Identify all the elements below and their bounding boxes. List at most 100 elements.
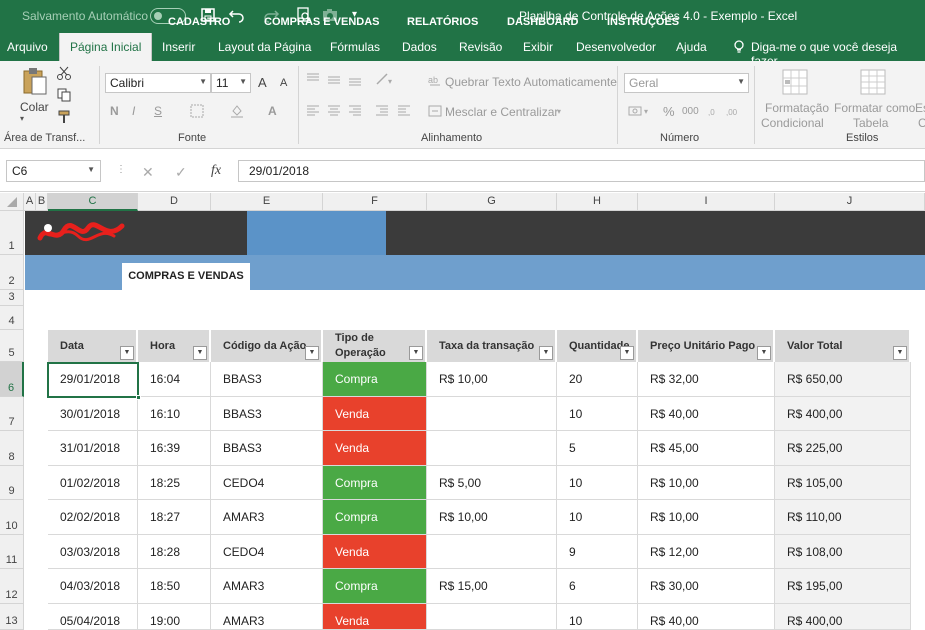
tab-arquivo[interactable]: Arquivo	[7, 40, 48, 54]
cell-data[interactable]: 31/01/2018	[48, 431, 138, 466]
fill-handle[interactable]	[136, 395, 141, 400]
cell-preco[interactable]: R$ 10,00	[638, 500, 775, 535]
cell-quantidade[interactable]: 5	[557, 431, 638, 466]
column-header[interactable]: B	[36, 193, 48, 211]
cell-valor-total[interactable]: R$ 650,00	[775, 362, 911, 397]
cell-tipo[interactable]: Venda	[323, 431, 427, 466]
filter-dropdown-icon[interactable]: ▼	[193, 346, 207, 360]
cell-quantidade[interactable]: 9	[557, 535, 638, 569]
row-header[interactable]: 5	[0, 330, 24, 362]
cell-taxa[interactable]: R$ 15,00	[427, 569, 557, 604]
filter-dropdown-icon[interactable]: ▼	[409, 346, 423, 360]
cell-taxa[interactable]	[427, 431, 557, 466]
cell-tipo[interactable]: Compra	[323, 500, 427, 535]
filter-dropdown-icon[interactable]: ▼	[620, 346, 634, 360]
cell-valor-total[interactable]: R$ 105,00	[775, 466, 911, 500]
merge-center-icon[interactable]	[428, 104, 442, 121]
cell-styles-label-2[interactable]: C	[918, 116, 925, 130]
tab-revisao[interactable]: Revisão	[459, 40, 502, 54]
cell-tipo[interactable]: Compra	[323, 362, 427, 397]
filter-dropdown-icon[interactable]: ▼	[539, 346, 553, 360]
paste-dropdown-icon[interactable]: ▾	[20, 114, 24, 123]
cell-data[interactable]: 05/04/2018	[48, 604, 138, 630]
fill-color-icon[interactable]	[230, 104, 244, 121]
cell-taxa[interactable]	[427, 535, 557, 569]
tab-desenvolvedor[interactable]: Desenvolvedor	[576, 40, 656, 54]
orientation-icon[interactable]: ▾	[375, 72, 397, 89]
cell-preco[interactable]: R$ 32,00	[638, 362, 775, 397]
borders-icon[interactable]	[190, 104, 204, 121]
row-header[interactable]: 9	[0, 466, 24, 500]
cell-preco[interactable]: R$ 45,00	[638, 431, 775, 466]
cell-taxa[interactable]	[427, 604, 557, 630]
format-painter-icon[interactable]	[57, 110, 71, 127]
align-left-icon[interactable]	[306, 104, 426, 121]
percent-button[interactable]: %	[663, 104, 675, 119]
row-header[interactable]: 3	[0, 290, 24, 306]
nav-compras-vendas[interactable]: COMPRAS E VENDAS	[264, 16, 380, 28]
format-table-label-1[interactable]: Formatar como	[834, 101, 915, 115]
filter-dropdown-icon[interactable]: ▼	[893, 346, 907, 360]
cell-hora[interactable]: 16:10	[138, 397, 211, 431]
select-all-corner[interactable]	[0, 193, 24, 211]
tab-dados[interactable]: Dados	[402, 40, 437, 54]
wrap-text-icon[interactable]: ab	[428, 73, 442, 90]
row-header[interactable]: 4	[0, 306, 24, 330]
filter-dropdown-icon[interactable]: ▼	[120, 346, 134, 360]
column-header[interactable]: J	[775, 193, 925, 211]
cell-styles-label-1[interactable]: Es	[915, 101, 925, 115]
cell-data[interactable]: 30/01/2018	[48, 397, 138, 431]
confirm-icon[interactable]: ✓	[175, 164, 187, 181]
cell-quantidade[interactable]: 20	[557, 362, 638, 397]
cell-taxa[interactable]: R$ 5,00	[427, 466, 557, 500]
cell-valor-total[interactable]: R$ 400,00	[775, 397, 911, 431]
row-header[interactable]: 12	[0, 569, 24, 604]
cell-codigo[interactable]: CEDO4	[211, 466, 323, 500]
tab-pagina-inicial[interactable]: Página Inicial	[59, 33, 153, 62]
align-top-icon[interactable]	[306, 72, 366, 89]
chevron-down-icon[interactable]: ▾	[557, 107, 561, 116]
insert-function-button[interactable]: fx	[211, 163, 221, 179]
cell-codigo[interactable]: AMAR3	[211, 569, 323, 604]
tab-exibir[interactable]: Exibir	[523, 40, 553, 54]
filter-dropdown-icon[interactable]: ▼	[757, 346, 771, 360]
cell-hora[interactable]: 19:00	[138, 604, 211, 630]
number-format-select[interactable]: Geral ▼	[624, 73, 749, 93]
cell-preco[interactable]: R$ 10,00	[638, 466, 775, 500]
nav-relatorios[interactable]: RELATÓRIOS	[407, 16, 478, 28]
merge-center-button[interactable]: Mesclar e Centralizar	[445, 105, 558, 119]
conditional-format-icon[interactable]	[781, 68, 809, 99]
cell-data[interactable]: 02/02/2018	[48, 500, 138, 535]
row-header[interactable]: 10	[0, 500, 24, 535]
font-name-select[interactable]: Calibri ▼	[105, 73, 211, 93]
copy-icon[interactable]	[57, 88, 71, 105]
cell-quantidade[interactable]: 10	[557, 604, 638, 630]
thousands-button[interactable]: 000	[682, 106, 699, 117]
row-header[interactable]: 7	[0, 397, 24, 431]
nav-instrucoes[interactable]: INSTRUÇÕES	[607, 16, 679, 28]
cell-codigo[interactable]: AMAR3	[211, 500, 323, 535]
column-header[interactable]: D	[138, 193, 211, 211]
cell-hora[interactable]: 18:28	[138, 535, 211, 569]
tab-ajuda[interactable]: Ajuda	[676, 40, 707, 54]
font-color-button[interactable]: A	[268, 104, 277, 118]
cell-data[interactable]: 03/03/2018	[48, 535, 138, 569]
conditional-format-label-1[interactable]: Formatação	[765, 101, 829, 115]
cell-valor-total[interactable]: R$ 110,00	[775, 500, 911, 535]
underline-button[interactable]: S	[154, 104, 162, 118]
cell-data[interactable]: 01/02/2018	[48, 466, 138, 500]
cell-codigo[interactable]: AMAR3	[211, 604, 323, 630]
paste-button[interactable]: Colar	[20, 100, 49, 114]
cell-preco[interactable]: R$ 40,00	[638, 604, 775, 630]
column-header[interactable]: I	[638, 193, 775, 211]
filter-dropdown-icon[interactable]: ▼	[305, 346, 319, 360]
cell-taxa[interactable]: R$ 10,00	[427, 362, 557, 397]
cell-hora[interactable]: 16:39	[138, 431, 211, 466]
cell-preco[interactable]: R$ 40,00	[638, 397, 775, 431]
wrap-text-button[interactable]: Quebrar Texto Automaticamente	[445, 75, 617, 89]
format-table-label-2[interactable]: Tabela	[853, 116, 888, 130]
cut-icon[interactable]	[57, 66, 71, 83]
row-header[interactable]: 8	[0, 431, 24, 466]
undo-icon[interactable]	[228, 7, 246, 26]
cell-codigo[interactable]: CEDO4	[211, 535, 323, 569]
